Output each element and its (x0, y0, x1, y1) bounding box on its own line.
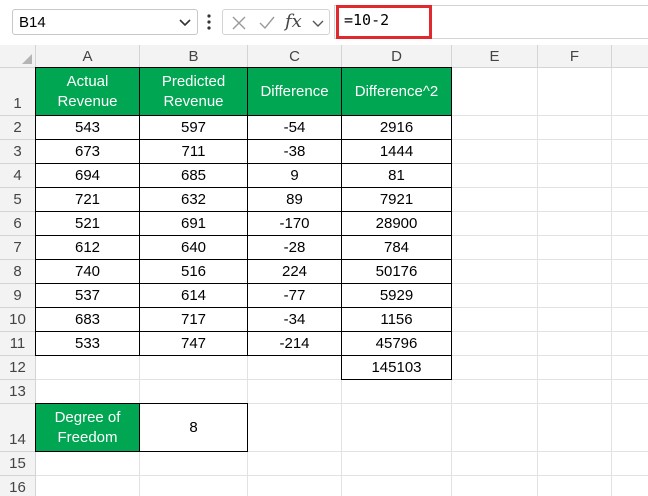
table-data-cell[interactable]: 45796 (341, 331, 452, 356)
table-data-cell[interactable]: 50176 (341, 259, 452, 284)
table-data-cell[interactable]: 543 (35, 115, 140, 140)
row-header-12[interactable]: 12 (0, 356, 35, 380)
row-header-6[interactable]: 6 (0, 212, 35, 236)
table-data-cell[interactable]: 691 (139, 211, 248, 236)
row-header-2[interactable]: 2 (0, 116, 35, 140)
table-data-cell[interactable]: -38 (247, 139, 342, 164)
table-data-cell[interactable]: 685 (139, 163, 248, 188)
table-data-cell[interactable]: 224 (247, 259, 342, 284)
table-data-cell[interactable]: 612 (35, 235, 140, 260)
column-header-e[interactable]: E (452, 45, 538, 68)
table-data-cell[interactable]: 747 (139, 331, 248, 356)
column-header-c[interactable]: C (248, 45, 342, 68)
table-data-cell[interactable]: 614 (139, 283, 248, 308)
table-data-cell[interactable]: 711 (139, 139, 248, 164)
enter-check-icon[interactable] (257, 13, 277, 33)
formula-text[interactable]: =10-2 (344, 11, 389, 29)
table-header-cell[interactable]: Difference (247, 67, 342, 116)
gridline-vertical (537, 68, 538, 496)
table-data-cell[interactable]: -54 (247, 115, 342, 140)
table-data-cell[interactable]: 5929 (341, 283, 452, 308)
formula-bar: B14 fx =10-2 (0, 0, 648, 44)
row-header-9[interactable]: 9 (0, 284, 35, 308)
table-data-cell[interactable]: 9 (247, 163, 342, 188)
row-header-10[interactable]: 10 (0, 308, 35, 332)
select-all-corner[interactable] (0, 45, 36, 68)
more-options-icon[interactable] (205, 12, 213, 32)
select-all-triangle-icon (22, 54, 32, 64)
degree-of-freedom-value[interactable]: 8 (139, 403, 248, 452)
cell-grid[interactable]: Actual Revenue Predicted Revenue Differenc… (35, 67, 648, 496)
table-data-cell[interactable]: 683 (35, 307, 140, 332)
table-data-cell[interactable]: -170 (247, 211, 342, 236)
table-data-cell[interactable]: 784 (341, 235, 452, 260)
table-data-cell[interactable]: 7921 (341, 187, 452, 212)
table-data-cell[interactable]: 516 (139, 259, 248, 284)
sum-cell[interactable]: 145103 (341, 355, 452, 380)
table-data-cell[interactable]: 2916 (341, 115, 452, 140)
table-data-cell[interactable]: 533 (35, 331, 140, 356)
column-header-d[interactable]: D (342, 45, 452, 68)
table-data-cell[interactable]: 640 (139, 235, 248, 260)
table-data-cell[interactable]: 89 (247, 187, 342, 212)
row-header-11[interactable]: 11 (0, 332, 35, 356)
table-header-cell[interactable]: Difference^2 (341, 67, 452, 116)
table-data-cell[interactable]: 740 (35, 259, 140, 284)
table-header-cell[interactable]: Predicted Revenue (139, 67, 248, 116)
name-box[interactable]: B14 (12, 9, 198, 35)
chevron-down-icon[interactable] (311, 16, 325, 30)
row-header-14[interactable]: 14 (0, 404, 35, 452)
row-header-7[interactable]: 7 (0, 236, 35, 260)
table-data-cell[interactable]: 721 (35, 187, 140, 212)
degree-of-freedom-label[interactable]: Degree of Freedom (35, 403, 140, 452)
row-header-15[interactable]: 15 (0, 452, 35, 476)
chevron-down-icon[interactable] (177, 14, 193, 30)
row-header-3[interactable]: 3 (0, 140, 35, 164)
table-data-cell[interactable]: 717 (139, 307, 248, 332)
cancel-icon[interactable] (229, 13, 249, 33)
insert-function-button[interactable]: fx (285, 11, 309, 33)
name-box-text: B14 (19, 14, 46, 31)
table-data-cell[interactable]: 28900 (341, 211, 452, 236)
column-header-f[interactable]: F (538, 45, 612, 68)
row-header-4[interactable]: 4 (0, 164, 35, 188)
table-data-cell[interactable]: 694 (35, 163, 140, 188)
table-data-cell[interactable]: 632 (139, 187, 248, 212)
table-data-cell[interactable]: 81 (341, 163, 452, 188)
table-data-cell[interactable]: 597 (139, 115, 248, 140)
gridline-horizontal (36, 475, 648, 476)
table-data-cell[interactable]: 673 (35, 139, 140, 164)
column-header-a[interactable]: A (36, 45, 140, 68)
row-headers: 1 2 3 4 5 6 7 8 9 10 11 12 13 14 15 16 (0, 68, 36, 496)
gridline-vertical (611, 68, 612, 496)
row-header-5[interactable]: 5 (0, 188, 35, 212)
column-header-b[interactable]: B (140, 45, 248, 68)
row-header-13[interactable]: 13 (0, 380, 35, 404)
table-data-cell[interactable]: 537 (35, 283, 140, 308)
table-header-cell[interactable]: Actual Revenue (35, 67, 140, 116)
table-data-cell[interactable]: -34 (247, 307, 342, 332)
table-data-cell[interactable]: 521 (35, 211, 140, 236)
table-data-cell[interactable]: -77 (247, 283, 342, 308)
table-data-cell[interactable]: -214 (247, 331, 342, 356)
table-data-cell[interactable]: 1156 (341, 307, 452, 332)
table-data-cell[interactable]: 1444 (341, 139, 452, 164)
row-header-1[interactable]: 1 (0, 68, 35, 116)
table-data-cell[interactable]: -28 (247, 235, 342, 260)
row-header-16[interactable]: 16 (0, 476, 35, 496)
row-header-8[interactable]: 8 (0, 260, 35, 284)
column-headers: ABCDEF (36, 45, 648, 68)
formula-buttons: fx (222, 9, 330, 35)
